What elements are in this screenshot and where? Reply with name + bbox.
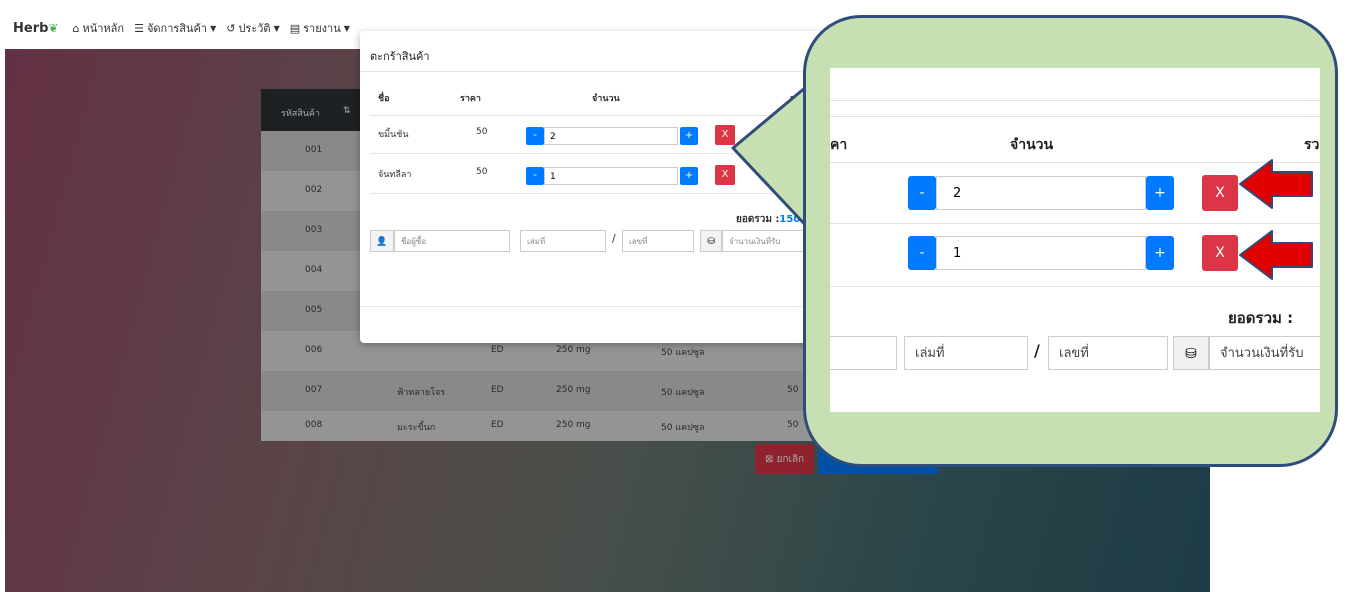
buyer-name-input[interactable]: ชื่อผู้ซื้อ [394,230,510,252]
zoom-qty-input[interactable]: 2 [936,176,1146,210]
item-price: 50 [476,167,488,177]
zoom-book-number-input[interactable]: เล่มที่ [904,336,1028,370]
zoom-buyer-name-input[interactable] [830,336,897,370]
nav-home[interactable]: ⌂ หน้าหลัก [72,19,124,37]
divider [830,116,1320,117]
divider [830,223,1320,224]
divider [370,115,810,116]
zoom-increase-qty-button[interactable]: + [1146,176,1174,210]
caret-down-icon: ▼ [343,23,350,33]
brand[interactable]: Herb❦ [13,21,58,36]
item-name: ขมิ้นชัน [378,130,409,140]
divider [830,286,1320,287]
nav-manage[interactable]: ☰ จัดการสินค้า ▼ [134,19,216,37]
modal-title: ตะกร้าสินค้า [370,50,430,63]
nav-history[interactable]: ↺ ประวัติ ▼ [226,19,280,37]
divider [370,153,810,154]
decrease-qty-button[interactable]: - [526,127,544,145]
remove-item-button[interactable]: X [715,125,735,145]
grand-total-value: 150 [779,214,801,225]
zoom-qty-input[interactable]: 1 [936,236,1146,270]
leaf-icon: ❦ [48,20,59,35]
increase-qty-button[interactable]: + [680,127,698,145]
qty-input[interactable]: 2 [544,127,678,145]
zoom-amount-received-input[interactable]: จำนวนเงินที่รับ [1209,336,1320,370]
report-icon: ▤ [289,21,301,35]
caret-down-icon: ▼ [210,23,217,33]
divider [830,100,1320,101]
zoom-panel: คา จำนวน รว - 2 + X - 1 + X ยอดรวม : เล่… [830,68,1320,412]
zoom-header-total: รว [1304,137,1320,153]
caret-down-icon: ▼ [273,23,280,33]
coins-icon: ⛁ [1173,336,1209,370]
header-qty: จำนวน [592,94,620,104]
zoom-remove-item-button[interactable]: X [1202,235,1238,271]
book-number-input[interactable]: เล่มที่ [520,230,606,252]
zoom-decrease-qty-button[interactable]: - [908,236,936,270]
home-icon: ⌂ [72,21,80,35]
zoom-slash-separator: / [1034,341,1040,360]
grand-total-label: ยอดรวม : [736,214,780,225]
nav-home-label: หน้าหลัก [82,22,125,35]
zoom-remove-item-button[interactable]: X [1202,175,1238,211]
increase-qty-button[interactable]: + [680,167,698,185]
nav-history-label: ประวัติ [238,22,271,35]
header-name: ชื่อ [378,94,390,104]
user-icon: 👤 [370,230,394,252]
zoom-receipt-number-input[interactable]: เลขที่ [1048,336,1168,370]
nav-report-label: รายงาน [303,22,341,35]
zoom-increase-qty-button[interactable]: + [1146,236,1174,270]
grand-total: ยอดรวม :150 [736,212,800,227]
history-icon: ↺ [226,21,236,35]
zoom-header-price: คา [830,137,848,153]
divider [360,306,820,307]
zoom-header-qty: จำนวน [1010,137,1054,153]
item-name: จันทลีลา [378,170,412,180]
divider [830,162,1320,163]
remove-item-button[interactable]: X [715,165,735,185]
item-price: 50 [476,127,488,137]
cart-modal: ตะกร้าสินค้า ชื่อ ราคา จำนวน รวม ขมิ้นชั… [360,31,820,343]
coins-icon: ⛁ [700,230,722,252]
qty-input[interactable]: 1 [544,167,678,185]
zoom-grand-total-label: ยอดรวม : [1228,309,1294,327]
nav-manage-label: จัดการสินค้า [146,22,208,35]
nav-report[interactable]: ▤ รายงาน ▼ [290,19,350,37]
divider [360,71,820,72]
slash-separator: / [612,232,616,245]
divider [370,193,810,194]
header-price: ราคา [460,94,481,104]
zoom-decrease-qty-button[interactable]: - [908,176,936,210]
decrease-qty-button[interactable]: - [526,167,544,185]
list-icon: ☰ [134,21,144,35]
receipt-number-input[interactable]: เลขที่ [622,230,694,252]
